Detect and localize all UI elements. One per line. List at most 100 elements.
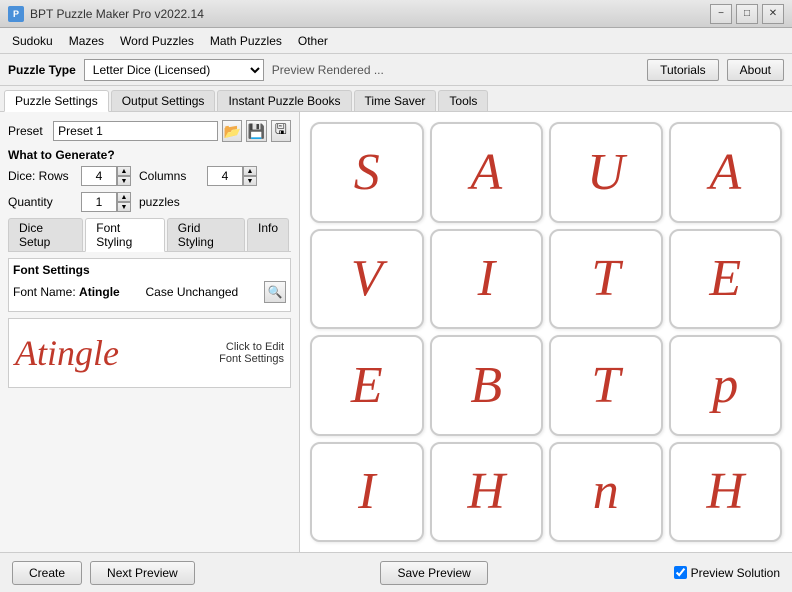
app-title: BPT Puzzle Maker Pro v2022.14 xyxy=(30,7,710,21)
close-button[interactable]: ✕ xyxy=(762,4,784,24)
quantity-up[interactable]: ▲ xyxy=(117,192,131,202)
tab-time-saver[interactable]: Time Saver xyxy=(354,90,437,111)
dice-letter: n xyxy=(593,462,619,521)
maximize-button[interactable]: □ xyxy=(736,4,758,24)
menu-bar: Sudoku Mazes Word Puzzles Math Puzzles O… xyxy=(0,28,792,54)
dice-letter: p xyxy=(712,356,738,415)
about-button[interactable]: About xyxy=(727,59,784,81)
puzzles-suffix: puzzles xyxy=(139,195,180,209)
tab-puzzle-settings[interactable]: Puzzle Settings xyxy=(4,90,109,112)
dice-letter: U xyxy=(587,143,625,202)
menu-word-puzzles[interactable]: Word Puzzles xyxy=(112,31,202,51)
right-panel: SAUAVITEEBTpIHnH xyxy=(300,112,792,552)
dice-cell: U xyxy=(549,122,663,223)
columns-down[interactable]: ▼ xyxy=(243,176,257,186)
menu-math-puzzles[interactable]: Math Puzzles xyxy=(202,31,290,51)
dice-cell: n xyxy=(549,442,663,543)
dice-letter: H xyxy=(467,462,505,521)
inner-tab-grid-styling[interactable]: Grid Styling xyxy=(167,218,245,251)
dice-cell: S xyxy=(310,122,424,223)
app-icon: P xyxy=(8,6,24,22)
puzzle-type-select[interactable]: Letter Dice (Licensed) xyxy=(84,59,264,81)
title-bar: P BPT Puzzle Maker Pro v2022.14 − □ ✕ xyxy=(0,0,792,28)
window-controls: − □ ✕ xyxy=(710,4,784,24)
dice-rows-label: Dice: Rows xyxy=(8,169,73,183)
saveas-preset-button[interactable]: 🖫 xyxy=(271,120,291,142)
menu-sudoku[interactable]: Sudoku xyxy=(4,31,61,51)
dice-letter: I xyxy=(358,462,375,521)
dice-cell: p xyxy=(669,335,783,436)
font-info-row: Font Name: Atingle Case Unchanged 🔍 xyxy=(13,281,286,303)
dice-cell: T xyxy=(549,335,663,436)
open-preset-button[interactable]: 📂 xyxy=(222,120,242,142)
dice-cell: E xyxy=(310,335,424,436)
dice-letter: V xyxy=(351,249,383,308)
left-panel: Preset 📂 💾 🖫 What to Generate? Dice: Row… xyxy=(0,112,300,552)
quantity-input[interactable] xyxy=(81,192,117,212)
dice-cell: I xyxy=(310,442,424,543)
create-button[interactable]: Create xyxy=(12,561,82,585)
dice-rows-spinner: ▲ ▼ xyxy=(81,166,131,186)
preview-solution-checkbox[interactable] xyxy=(674,566,687,579)
dice-letter: B xyxy=(470,356,502,415)
tab-output-settings[interactable]: Output Settings xyxy=(111,90,216,111)
preview-status-text: Preview Rendered ... xyxy=(272,63,639,77)
dice-letter: I xyxy=(478,249,495,308)
puzzle-grid: SAUAVITEEBTpIHnH xyxy=(310,122,782,542)
dice-cell: H xyxy=(430,442,544,543)
preset-label: Preset xyxy=(8,124,49,138)
dice-letter: E xyxy=(709,249,741,308)
preset-input[interactable] xyxy=(53,121,218,141)
dice-cell: I xyxy=(430,229,544,330)
tab-tools[interactable]: Tools xyxy=(438,90,488,111)
click-to-edit-text: Click to Edit Font Settings xyxy=(219,341,284,365)
dice-letter: T xyxy=(591,356,620,415)
main-content: Preset 📂 💾 🖫 What to Generate? Dice: Row… xyxy=(0,112,792,552)
dice-cell: H xyxy=(669,442,783,543)
font-preview-text: Atingle xyxy=(15,332,219,374)
toolbar-row: Puzzle Type Letter Dice (Licensed) Previ… xyxy=(0,54,792,86)
inner-tab-font-styling[interactable]: Font Styling xyxy=(85,218,164,252)
font-settings-title: Font Settings xyxy=(13,263,286,277)
quantity-down[interactable]: ▼ xyxy=(117,202,131,212)
dice-cell: E xyxy=(669,229,783,330)
columns-spinner: ▲ ▼ xyxy=(207,166,257,186)
menu-mazes[interactable]: Mazes xyxy=(61,31,112,51)
quantity-label: Quantity xyxy=(8,195,73,209)
dice-rows-row: Dice: Rows ▲ ▼ Columns ▲ ▼ xyxy=(8,166,291,186)
dice-letter: T xyxy=(591,249,620,308)
dice-cell: A xyxy=(430,122,544,223)
dice-cell: T xyxy=(549,229,663,330)
columns-input[interactable] xyxy=(207,166,243,186)
dice-letter: S xyxy=(354,143,380,202)
minimize-button[interactable]: − xyxy=(710,4,732,24)
puzzle-type-label: Puzzle Type xyxy=(8,63,76,77)
quantity-spinner: ▲ ▼ xyxy=(81,192,131,212)
columns-label: Columns xyxy=(139,169,199,183)
dice-rows-up[interactable]: ▲ xyxy=(117,166,131,176)
font-name-label: Font Name: Atingle xyxy=(13,285,120,299)
what-to-generate-label: What to Generate? xyxy=(8,148,291,162)
next-preview-button[interactable]: Next Preview xyxy=(90,561,195,585)
inner-tab-info[interactable]: Info xyxy=(247,218,289,251)
columns-up[interactable]: ▲ xyxy=(243,166,257,176)
font-search-button[interactable]: 🔍 xyxy=(264,281,286,303)
dice-rows-down[interactable]: ▼ xyxy=(117,176,131,186)
tutorials-button[interactable]: Tutorials xyxy=(647,59,719,81)
preview-solution-label[interactable]: Preview Solution xyxy=(674,566,780,580)
font-settings-box: Font Settings Font Name: Atingle Case Un… xyxy=(8,258,291,312)
inner-tabs: Dice Setup Font Styling Grid Styling Inf… xyxy=(8,218,291,252)
menu-other[interactable]: Other xyxy=(290,31,336,51)
dice-letter: H xyxy=(706,462,744,521)
main-tabs-row: Puzzle Settings Output Settings Instant … xyxy=(0,86,792,112)
dice-cell: V xyxy=(310,229,424,330)
quantity-row: Quantity ▲ ▼ puzzles xyxy=(8,192,291,212)
save-preset-button[interactable]: 💾 xyxy=(246,120,266,142)
tab-instant-puzzle-books[interactable]: Instant Puzzle Books xyxy=(217,90,351,111)
font-preview-box[interactable]: Atingle Click to Edit Font Settings xyxy=(8,318,291,388)
preview-solution-text: Preview Solution xyxy=(691,566,780,580)
inner-tab-dice-setup[interactable]: Dice Setup xyxy=(8,218,83,251)
save-preview-button[interactable]: Save Preview xyxy=(380,561,487,585)
dice-rows-input[interactable] xyxy=(81,166,117,186)
dice-letter: E xyxy=(351,356,383,415)
